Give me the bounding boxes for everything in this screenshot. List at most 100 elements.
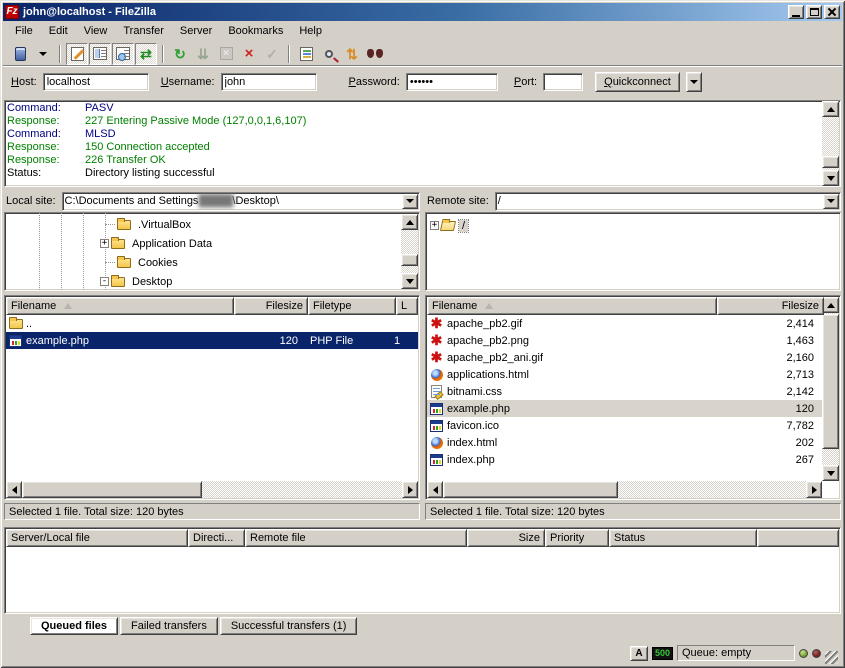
scroll-down-button[interactable] [822,465,839,481]
tree-item-cookies[interactable]: Cookies [5,253,419,272]
column-header-filesize[interactable]: Filesize [717,297,824,315]
username-input[interactable] [221,73,317,91]
local-tree[interactable]: .VirtualBox + Application Data Cookies -… [4,212,420,291]
local-list-body[interactable]: .. example.php 120 PHP File 1 [6,315,418,481]
scroll-left-button[interactable] [6,481,22,498]
transfer-type-indicator[interactable]: A [630,646,648,661]
menu-edit[interactable]: Edit [41,23,76,39]
maximize-button[interactable] [806,5,822,19]
tree-item-application-data[interactable]: + Application Data [5,234,419,253]
file-row-example-php[interactable]: example.php120 [427,400,822,417]
arrow-down-icon [406,279,414,284]
cancel-operation-button[interactable]: × [215,43,237,65]
file-row-example-php[interactable]: example.php 120 PHP File 1 [6,332,418,349]
speed-limit-indicator-icon[interactable]: 500 [652,647,673,660]
collapse-icon[interactable]: - [100,277,109,286]
local-site-combo[interactable]: C:\Documents and Settings█████\Desktop\ [62,192,420,211]
log-scrollbar[interactable] [822,101,839,186]
tree-item-root[interactable]: + / [426,216,840,235]
column-header-filename[interactable]: Filename [427,297,717,315]
toggle-remote-tree-button[interactable] [112,43,134,65]
tab-queued-files[interactable]: Queued files [30,617,118,635]
quickconnect-dropdown[interactable] [686,72,702,92]
disconnect-button[interactable]: × [238,43,260,65]
expand-icon[interactable]: + [100,239,109,248]
message-log[interactable]: Command:PASV Response:227 Entering Passi… [4,100,841,187]
refresh-button[interactable]: ↻ [169,43,191,65]
synchronized-browsing-button[interactable]: ⇅ [341,43,363,65]
menu-help[interactable]: Help [291,23,330,39]
column-header-filename[interactable]: Filename [6,297,234,315]
site-manager-dropdown[interactable] [32,43,54,65]
column-header-modified[interactable]: L [396,297,418,315]
remote-list-hscrollbar[interactable] [427,481,822,498]
title-bar[interactable]: Fz john@localhost - FileZilla [3,3,842,21]
scrollbar-thumb[interactable] [443,481,618,498]
file-row[interactable]: favicon.ico7,782 [427,417,822,434]
column-header-status[interactable]: Status [609,529,757,547]
process-queue-button[interactable]: ⇊ [192,43,214,65]
remote-site-combo[interactable]: / [495,192,841,211]
column-header-direction[interactable]: Directi... [188,529,245,547]
expand-icon[interactable]: + [430,221,439,230]
tab-successful-transfers[interactable]: Successful transfers (1) [220,617,358,635]
scroll-right-button[interactable] [402,481,418,498]
file-row-parent-dir[interactable]: .. [6,315,418,332]
scrollbar-thumb[interactable] [822,156,839,168]
menu-file[interactable]: File [7,23,41,39]
menu-view[interactable]: View [76,23,116,39]
column-header-filetype[interactable]: Filetype [308,297,396,315]
find-files-button[interactable] [364,43,386,65]
scroll-left-button[interactable] [427,481,443,498]
file-row[interactable]: index.php267 [427,451,822,468]
remote-list-vscrollbar[interactable] [822,297,839,481]
close-button[interactable] [824,5,840,19]
scroll-down-button[interactable] [401,273,418,289]
remote-tree[interactable]: + / [425,212,841,291]
column-header-priority[interactable]: Priority [545,529,609,547]
scrollbar-thumb[interactable] [822,314,839,449]
column-header-remote-file[interactable]: Remote file [245,529,467,547]
remote-list-body[interactable]: ✱apache_pb2.gif2,414 ✱apache_pb2.png1,46… [427,315,822,481]
directory-comparison-button[interactable] [318,43,340,65]
tree-item-virtualbox[interactable]: .VirtualBox [5,215,419,234]
quickconnect-button[interactable]: Quickconnect [595,72,680,92]
tree-item-desktop[interactable]: - Desktop [5,272,419,291]
file-row[interactable]: applications.html2,713 [427,366,822,383]
site-manager-button[interactable] [9,43,31,65]
column-header-size[interactable]: Size [467,529,545,547]
host-input[interactable] [43,73,149,91]
local-tree-scrollbar[interactable] [401,214,418,289]
file-row[interactable]: ✱apache_pb2.gif2,414 [427,315,822,332]
reconnect-button[interactable]: ✓ [261,43,283,65]
column-header-server-local-file[interactable]: Server/Local file [6,529,188,547]
password-input[interactable] [406,73,498,91]
scrollbar-thumb[interactable] [401,254,418,266]
file-row[interactable]: index.html202 [427,434,822,451]
scroll-right-button[interactable] [806,481,822,498]
column-header-filesize[interactable]: Filesize [234,297,308,315]
toggle-log-view-button[interactable] [66,43,88,65]
file-size: 120 [722,403,822,415]
local-site-dropdown[interactable] [402,194,418,209]
menu-server[interactable]: Server [172,23,220,39]
scrollbar-thumb[interactable] [22,481,202,498]
scroll-up-button[interactable] [401,214,418,230]
menu-bookmarks[interactable]: Bookmarks [220,23,291,39]
file-row[interactable]: bitnami.css2,142 [427,383,822,400]
scroll-up-button[interactable] [822,101,839,117]
file-row[interactable]: ✱apache_pb2_ani.gif2,160 [427,349,822,366]
toggle-queue-view-button[interactable]: ⇄ [135,43,157,65]
resize-grip[interactable] [825,651,838,664]
filter-button[interactable] [295,43,317,65]
file-row[interactable]: ✱apache_pb2.png1,463 [427,332,822,349]
menu-transfer[interactable]: Transfer [115,23,172,39]
port-input[interactable] [543,73,583,91]
tab-failed-transfers[interactable]: Failed transfers [120,617,218,635]
toggle-local-tree-button[interactable] [89,43,111,65]
queue-body[interactable] [6,547,839,612]
scroll-down-button[interactable] [822,170,839,186]
minimize-button[interactable] [788,5,804,19]
remote-site-dropdown[interactable] [823,194,839,209]
local-list-hscrollbar[interactable] [6,481,418,498]
